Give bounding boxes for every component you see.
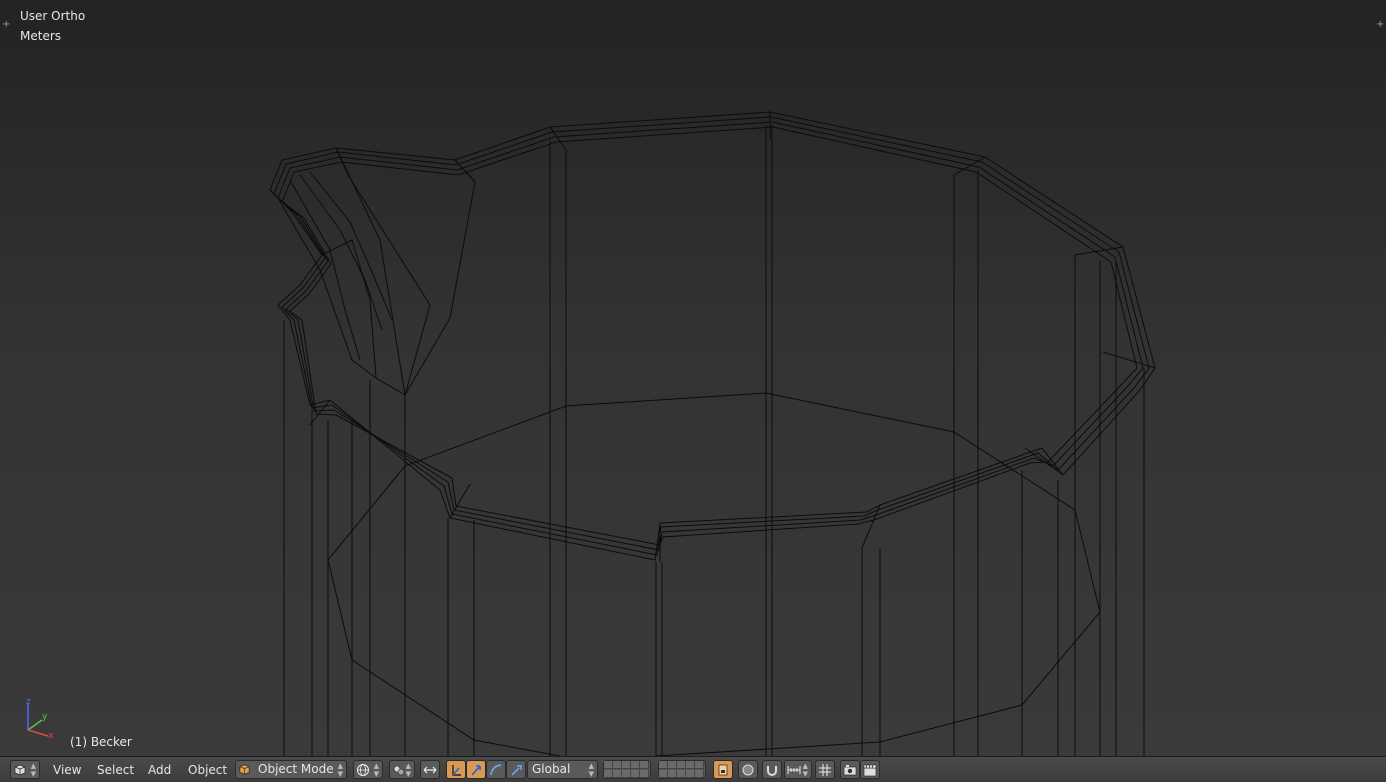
snap-target-button[interactable] [815,760,835,779]
add-menu[interactable]: Add [148,763,171,777]
scale-arrow-icon [511,765,522,776]
object-mode-cube-icon [239,764,250,775]
axis-gizmo: z y x [26,698,54,741]
3d-viewport[interactable]: User Ortho Meters + + z y x (1) Becker [0,0,1386,756]
y-axis-label: y [42,712,48,722]
z-axis-label: z [26,698,31,707]
scale-tool-button[interactable] [506,760,526,779]
x-axis-label: x [48,731,54,741]
active-object-label: (1) Becker [70,735,132,749]
snap-grid-icon [819,764,831,776]
rotate-manipulator-button[interactable] [466,760,486,779]
object-menu[interactable]: Object [188,763,227,777]
layer-grid-b[interactable] [658,760,706,779]
pivot-point-icon [393,765,405,776]
view-name-label: User Ortho [20,9,86,23]
wireframe-sphere-icon [357,764,369,776]
snap-element-selector[interactable]: ▲ ▼ [784,760,812,779]
snap-increment-icon [787,766,801,774]
y-axis-line [27,719,43,731]
opengl-render-animation-button[interactable] [860,760,880,779]
proportional-circle-icon [742,764,754,776]
lock-layers-button[interactable] [713,760,733,779]
select-menu[interactable]: Select [97,763,134,777]
manipulator-arrows-icon [423,766,437,774]
mode-label: Object Mode [258,762,334,776]
dropdown-arrows-icon: ▲ ▼ [405,762,411,778]
snap-toggle-button[interactable] [762,760,782,779]
dropdown-arrows-icon: ▲ ▼ [30,762,36,778]
transform-orientation-selector[interactable]: Global ▲ ▼ [527,760,598,779]
view-menu[interactable]: View [53,763,81,777]
camera-icon [843,765,857,776]
dropdown-arrows-icon: ▲ ▼ [588,762,594,778]
area-split-widget-right[interactable]: + [1376,20,1384,30]
3d-view-header: ▲ ▼ View Select Add Object Object Mode ▲ ▼… [0,756,1386,782]
dropdown-arrows-icon: ▲ ▼ [373,762,379,778]
dropdown-arrows-icon: ▲ ▼ [802,762,808,778]
translate-manipulator-button[interactable] [446,760,466,779]
viewport-shading-selector[interactable]: ▲ ▼ [353,760,383,779]
rotate-tool-button[interactable] [486,760,506,779]
3d-view-cube-icon [14,764,26,776]
opengl-render-button[interactable] [840,760,860,779]
layer-lock-icon [718,764,728,776]
pivot-point-selector[interactable]: ▲ ▼ [389,760,415,779]
mode-selector[interactable]: Object Mode ▲ ▼ [235,760,347,779]
magnet-icon [767,766,777,776]
rotate-arc-icon [490,764,502,776]
proportional-editing-button[interactable] [738,760,758,779]
x-axis-line [27,729,49,737]
editor-type-selector[interactable]: ▲ ▼ [10,760,40,779]
layer-grid-a[interactable] [603,760,651,779]
clapperboard-icon [863,764,877,777]
translate-arrow-icon [471,765,481,776]
area-split-widget-left[interactable]: + [2,20,10,30]
translate-axis-icon [452,765,461,776]
dropdown-arrows-icon: ▲ ▼ [337,762,343,778]
manipulator-toggle-button[interactable] [420,760,440,779]
mesh-wireframe [269,111,1156,756]
transform-orientation-label: Global [532,762,571,776]
units-label: Meters [20,29,62,43]
